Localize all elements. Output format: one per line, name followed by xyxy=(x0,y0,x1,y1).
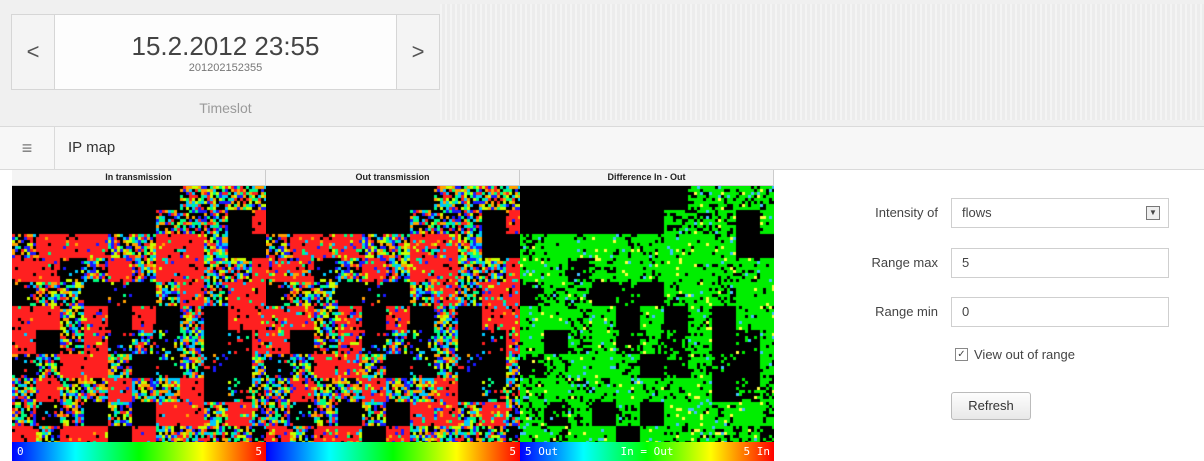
out-transmission-scale: 5 xyxy=(266,442,520,461)
in-transmission-map[interactable] xyxy=(12,186,266,443)
view-out-of-range-label: View out of range xyxy=(974,347,1075,362)
out-scale-max: 5 xyxy=(509,445,516,458)
timeslot-display: 15.2.2012 23:55 201202152355 xyxy=(55,15,396,89)
ip-map-panels: In transmission 0 5 Out transmission 5 D… xyxy=(12,170,774,461)
timeslot-datetime: 15.2.2012 23:55 xyxy=(131,30,320,61)
view-out-of-range-row: ✓ View out of range xyxy=(955,347,1075,362)
timeslot-selector: < 15.2.2012 23:55 201202152355 > xyxy=(11,14,440,90)
ip-map-content: In transmission 0 5 Out transmission 5 D… xyxy=(0,170,1204,461)
in-scale-max: 5 xyxy=(255,445,262,458)
out-transmission-map[interactable] xyxy=(266,186,520,443)
range-max-row: Range max 5 xyxy=(775,248,1204,278)
range-min-row: Range min 0 xyxy=(775,297,1204,327)
intensity-select[interactable]: flows ▼ xyxy=(951,198,1169,228)
difference-panel: Difference In - Out 5 Out In = Out 5 In xyxy=(520,170,774,461)
refresh-button[interactable]: Refresh xyxy=(951,392,1031,420)
out-transmission-panel: Out transmission 5 xyxy=(266,170,520,461)
range-max-input[interactable]: 5 xyxy=(951,248,1169,278)
view-out-of-range-checkbox[interactable]: ✓ xyxy=(955,348,968,361)
next-timeslot-button[interactable]: > xyxy=(396,15,439,89)
range-min-label: Range min xyxy=(875,304,938,319)
in-transmission-scale: 0 5 xyxy=(12,442,266,461)
timeslot-label: Timeslot xyxy=(199,100,252,116)
in-transmission-panel: In transmission 0 5 xyxy=(12,170,266,461)
difference-title: Difference In - Out xyxy=(520,170,774,186)
difference-scale-max: 5 In xyxy=(743,445,771,458)
top-bar: < 15.2.2012 23:55 201202152355 > Timeslo… xyxy=(0,0,1204,126)
range-max-label: Range max xyxy=(871,255,938,270)
intensity-selected-value: flows xyxy=(962,205,992,220)
ip-map-controls: Intensity of flows ▼ Range max 5 Range m… xyxy=(775,170,1204,461)
difference-scale-mid: In = Out xyxy=(620,445,674,458)
previous-timeslot-button[interactable]: < xyxy=(12,15,55,89)
timeslot-code: 201202152355 xyxy=(188,61,263,74)
out-transmission-title: Out transmission xyxy=(266,170,520,186)
in-scale-min: 0 xyxy=(17,445,24,458)
ip-map-title: IP map xyxy=(68,139,116,156)
intensity-label: Intensity of xyxy=(875,205,938,220)
in-transmission-title: In transmission xyxy=(12,170,266,186)
difference-map[interactable] xyxy=(520,186,774,443)
hamburger-menu-icon[interactable]: ≡ xyxy=(0,127,55,169)
range-min-input[interactable]: 0 xyxy=(951,297,1169,327)
ip-map-header: ≡ IP map xyxy=(0,126,1204,170)
intensity-row: Intensity of flows ▼ xyxy=(775,198,1204,228)
dropdown-arrow-icon[interactable]: ▼ xyxy=(1146,206,1160,220)
difference-scale: 5 Out In = Out 5 In xyxy=(520,442,774,461)
